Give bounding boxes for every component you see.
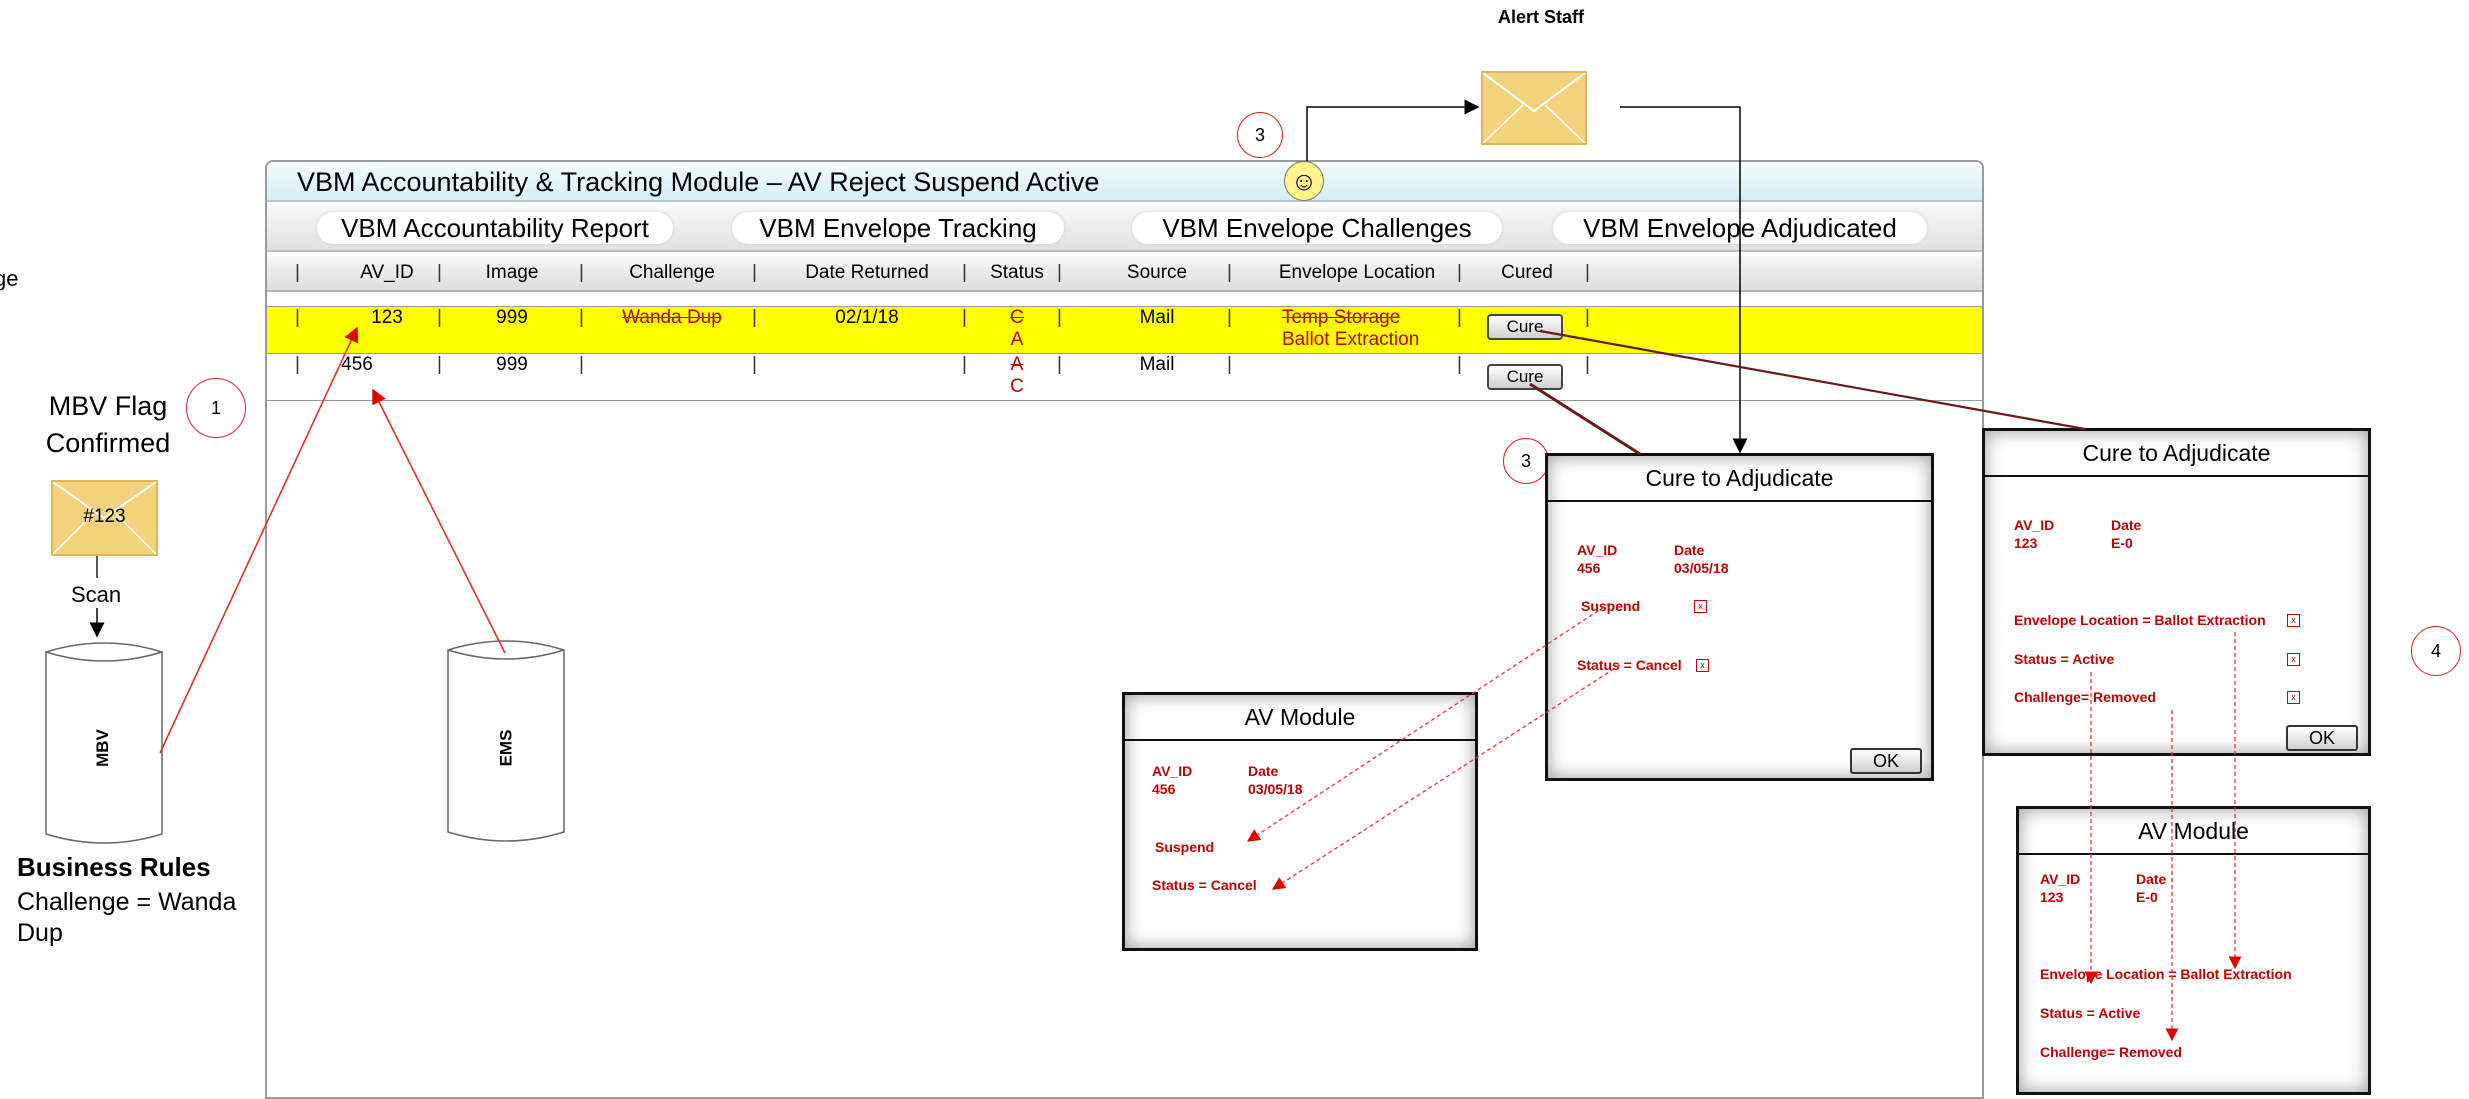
av-456-avid-label: AV_ID <box>1152 763 1193 779</box>
alert-envelope-icon <box>1481 71 1587 145</box>
partial-cropped-label: ge <box>0 266 19 291</box>
cure-123-ok-button[interactable]: OK <box>2286 725 2358 751</box>
row2-status-old: A <box>1010 354 1024 375</box>
cure-dialog-456: Cure to Adjudicate AV_ID 456 Date 03/05/… <box>1545 453 1934 781</box>
cure-456-date-label: Date <box>1674 542 1705 558</box>
cure-123-status: Status = Active <box>2014 651 2115 667</box>
table-header: | AV_ID | Image | Challenge | Date Retur… <box>267 256 1982 292</box>
row2-av-id: 456 <box>341 354 373 375</box>
mbv-database-label: MBV <box>92 729 112 767</box>
module-title: VBM Accountability & Tracking Module – A… <box>267 162 1982 202</box>
row2-cure-button[interactable]: Cure <box>1487 364 1563 390</box>
row1-av-id: 123 <box>371 307 403 328</box>
av-123-location: Envelope Location = Ballot Extraction <box>2040 966 2292 982</box>
business-rules-title: Business Rules <box>17 852 211 882</box>
row1-location-old: Temp Storage <box>1282 307 1401 328</box>
mbv-flag-line-1: MBV Flag <box>48 391 168 421</box>
av-456-suspend: Suspend <box>1155 839 1215 855</box>
col-av-id: AV_ID <box>360 262 414 283</box>
col-source: Source <box>1126 262 1188 283</box>
av-123-challenge: Challenge= Removed <box>2040 1044 2182 1060</box>
row1-source: Mail <box>1139 307 1175 328</box>
av-123-date-label: Date <box>2136 871 2167 887</box>
row2-source: Mail <box>1139 354 1175 375</box>
staff-smiley-icon: ☺ <box>1284 161 1324 201</box>
cure-456-status: Status = Cancel <box>1577 657 1682 673</box>
scan-label: Scan <box>71 582 122 607</box>
mbv-flag-line-2: Confirmed <box>45 428 171 458</box>
row1-status-new: A <box>1010 329 1024 350</box>
cure-456-avid: 456 <box>1577 560 1601 576</box>
av-123-status: Status = Active <box>2040 1005 2141 1021</box>
tab-accountability-report[interactable]: VBM Accountability Report <box>317 212 673 244</box>
cure-dialog-123-title: Cure to Adjudicate <box>1985 431 2368 477</box>
cure-123-date: E-0 <box>2111 535 2133 551</box>
business-rules-line-2: Dup <box>17 919 63 947</box>
cure-dialog-456-title: Cure to Adjudicate <box>1548 456 1931 502</box>
tab-envelope-challenges[interactable]: VBM Envelope Challenges <box>1132 212 1502 244</box>
av-456-status: Status = Cancel <box>1152 877 1257 893</box>
av-456-avid: 456 <box>1152 781 1176 797</box>
table-row[interactable]: | 123 | 999 | Wanda Dup | 02/1/18 | C A … <box>267 306 1982 354</box>
cure-456-suspend-checkbox[interactable]: x <box>1694 600 1707 613</box>
mbv-flag-label: MBV Flag Confirmed <box>38 388 178 462</box>
av-module-456: AV Module AV_ID 456 Date 03/05/18 Suspen… <box>1122 692 1478 951</box>
row2-status-new: C <box>1010 376 1024 397</box>
av-123-date: E-0 <box>2136 889 2158 905</box>
row1-challenge: Wanda Dup <box>622 307 722 328</box>
cure-123-challenge: Challenge= Removed <box>2014 689 2156 705</box>
tab-envelope-adjudicated[interactable]: VBM Envelope Adjudicated <box>1553 212 1927 244</box>
tab-envelope-tracking[interactable]: VBM Envelope Tracking <box>732 212 1064 244</box>
ems-database-label: EMS <box>496 729 516 767</box>
av-123-avid: 123 <box>2040 889 2064 905</box>
envelope-number: #123 <box>83 506 126 527</box>
cure-123-avid-label: AV_ID <box>2014 517 2055 533</box>
step-1-marker: 1 <box>186 378 246 438</box>
cure-123-avid: 123 <box>2014 535 2038 551</box>
row1-status-old: C <box>1010 307 1024 328</box>
row1-image: 999 <box>496 307 528 328</box>
cure-456-avid-label: AV_ID <box>1577 542 1618 558</box>
col-envelope-location: Envelope Location <box>1278 262 1436 283</box>
cure-456-date: 03/05/18 <box>1674 560 1729 576</box>
row1-date-returned: 02/1/18 <box>835 307 899 328</box>
cure-123-location-checkbox[interactable]: x <box>2287 614 2300 627</box>
table-row[interactable]: | 456 | 999 | | | A C | Mail | | Cure | <box>267 354 1982 401</box>
module-tab-bar: VBM Accountability Report VBM Envelope T… <box>267 206 1982 252</box>
cure-123-status-checkbox[interactable]: x <box>2287 653 2300 666</box>
cure-123-location: Envelope Location = Ballot Extraction <box>2014 612 2266 628</box>
row1-cure-button[interactable]: Cure <box>1487 314 1563 340</box>
cure-456-ok-button[interactable]: OK <box>1850 748 1922 774</box>
business-rules-line-1: Challenge = Wanda <box>17 888 237 916</box>
cure-dialog-123: Cure to Adjudicate AV_ID 123 Date E-0 En… <box>1982 428 2371 756</box>
av-123-avid-label: AV_ID <box>2040 871 2081 887</box>
col-status: Status <box>990 262 1044 283</box>
col-image: Image <box>485 262 539 283</box>
av-module-123: AV Module AV_ID 123 Date E-0 Envelope Lo… <box>2016 806 2371 1095</box>
av-456-date: 03/05/18 <box>1248 781 1303 797</box>
cure-456-suspend: Suspend <box>1581 598 1641 614</box>
row2-image: 999 <box>496 354 528 375</box>
step-4-marker: 4 <box>2411 626 2461 676</box>
cure-123-challenge-checkbox[interactable]: x <box>2287 691 2300 704</box>
av-module-123-title: AV Module <box>2019 809 2368 855</box>
alert-connector <box>1306 99 1480 161</box>
alert-staff-label: Alert Staff <box>1498 7 1585 27</box>
step-3-marker-dialog: 3 <box>1503 438 1549 484</box>
av-module-456-title: AV Module <box>1125 695 1475 741</box>
col-challenge: Challenge <box>629 262 715 283</box>
row1-location-new: Ballot Extraction <box>1282 329 1420 350</box>
av-456-date-label: Date <box>1248 763 1279 779</box>
cure-456-status-checkbox[interactable]: x <box>1696 659 1709 672</box>
cure-123-date-label: Date <box>2111 517 2142 533</box>
col-date-returned: Date Returned <box>805 262 929 283</box>
scanned-envelope-icon: #123 <box>51 480 158 556</box>
col-cured: Cured <box>1501 262 1553 283</box>
step-3-marker-top: 3 <box>1237 112 1283 158</box>
